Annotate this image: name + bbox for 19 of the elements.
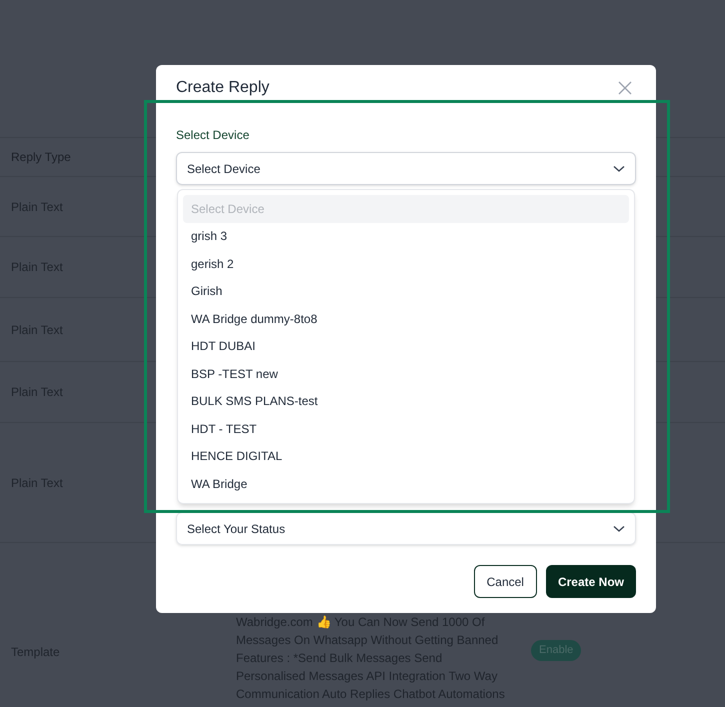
dialog-title: Create Reply — [176, 78, 270, 98]
field-label: Select Device — [176, 127, 250, 144]
device-select[interactable]: Select Device — [176, 152, 636, 185]
dropdown-option[interactable]: HDT - TEST — [183, 415, 629, 442]
dropdown-option[interactable]: BULK SMS PLANS-test — [183, 388, 629, 415]
close-button[interactable] — [618, 81, 632, 95]
dropdown-option[interactable]: WA Bridge — [183, 470, 629, 498]
dropdown-option[interactable]: HENCE DIGITAL — [183, 442, 629, 470]
status-select[interactable]: Select Your Status — [176, 512, 636, 545]
dropdown-option[interactable]: grish 3 — [183, 222, 629, 250]
chevron-down-icon — [613, 164, 625, 172]
dropdown-option[interactable]: BSP -TEST new — [183, 360, 629, 388]
cancel-button[interactable]: Cancel — [474, 565, 537, 598]
create-button[interactable]: Create Now — [546, 565, 636, 598]
dropdown-option[interactable]: WA Bridge dummy-8to8 — [183, 305, 629, 332]
chevron-down-icon — [613, 524, 625, 532]
dropdown-option[interactable]: Girish — [183, 278, 629, 305]
dropdown-option[interactable]: HDT DUBAI — [183, 332, 629, 360]
dropdown-option[interactable]: gerish 2 — [183, 250, 629, 278]
